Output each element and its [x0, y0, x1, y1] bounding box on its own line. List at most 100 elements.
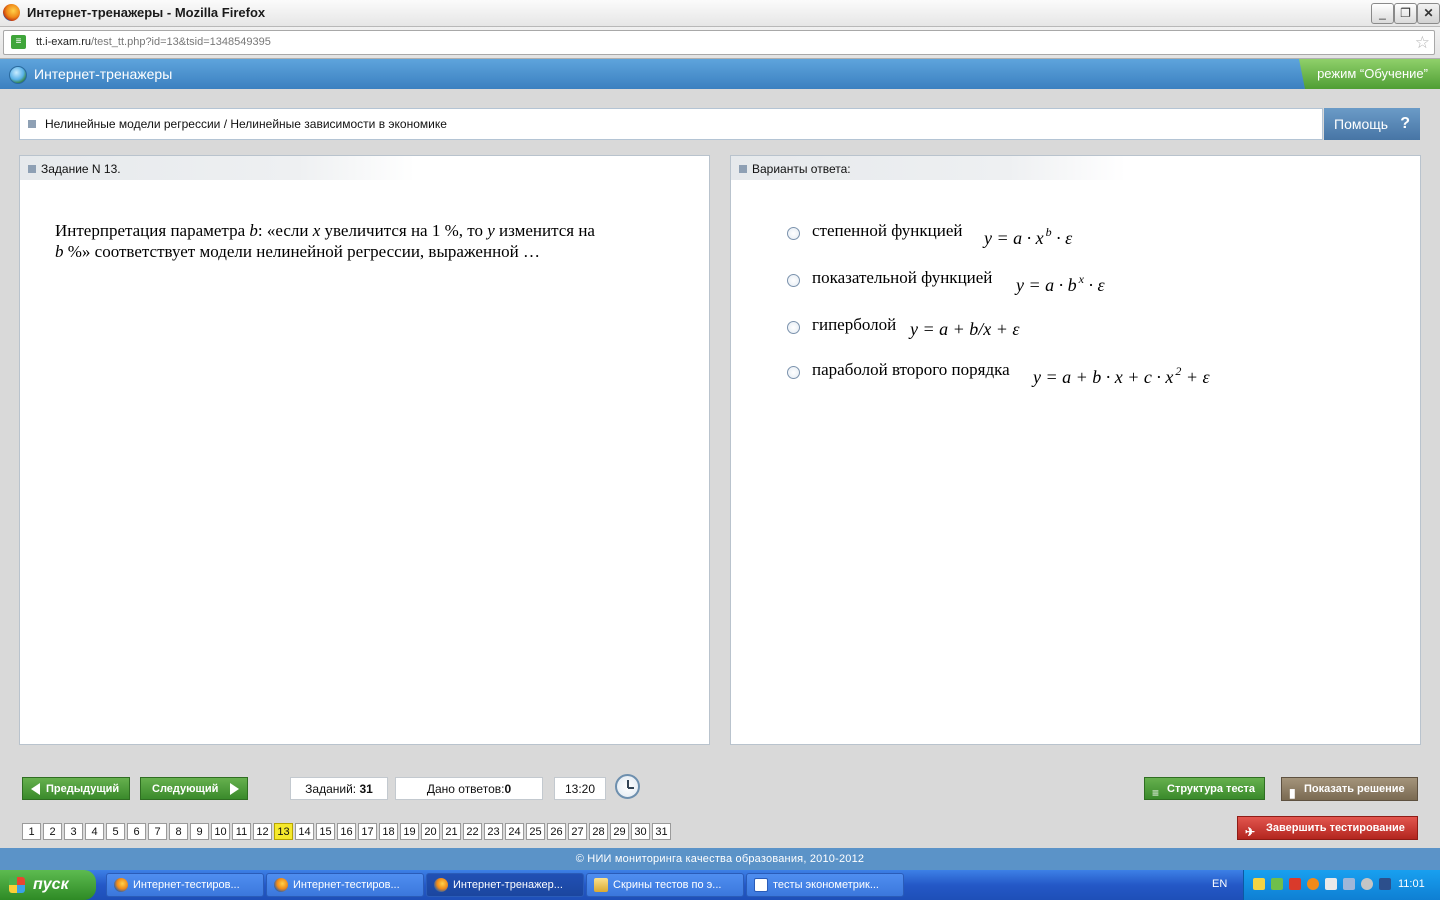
answered-count-box: Дано ответов:0	[395, 777, 543, 800]
help-label: Помощь	[1334, 116, 1389, 132]
page-number[interactable]: 16	[337, 823, 356, 840]
close-button[interactable]: ✕	[1417, 3, 1440, 24]
page-number[interactable]: 6	[127, 823, 146, 840]
page-number[interactable]: 26	[547, 823, 566, 840]
question-mark-icon: ?	[1400, 115, 1410, 132]
task-panel-header: Задание N 13.	[20, 156, 415, 180]
answer-label: показательной функцией	[812, 268, 993, 287]
taskbar-item[interactable]: Интернет-тестиров...	[266, 873, 424, 897]
tasks-count: 31	[359, 782, 373, 796]
url-text[interactable]: tt.i-exam.ru/test_tt.php?id=13&tsid=1348…	[36, 36, 271, 48]
page-number[interactable]: 18	[379, 823, 398, 840]
taskbar-item[interactable]: тесты эконометрик...	[746, 873, 904, 897]
word-icon	[754, 878, 768, 892]
page-number[interactable]: 19	[400, 823, 419, 840]
answer-label: параболой второго порядка	[812, 360, 1010, 379]
maximize-button[interactable]: ❐	[1394, 3, 1417, 24]
start-button[interactable]: пуск	[0, 870, 96, 900]
answer-formula: y = a + b · x + c · x2 + ε	[1033, 364, 1210, 387]
taskbar-item[interactable]: Интернет-тестиров...	[106, 873, 264, 897]
window-title: Интернет-тренажеры - Mozilla Firefox	[27, 5, 266, 20]
mode-badge: режим “Обучение”	[1299, 59, 1440, 89]
page-number[interactable]: 21	[442, 823, 461, 840]
tray-clock-icon[interactable]	[1361, 878, 1373, 890]
page-number[interactable]: 30	[631, 823, 650, 840]
page-number[interactable]: 11	[232, 823, 251, 840]
url-path: /test_tt.php?id=13&tsid=1348549395	[91, 36, 271, 48]
previous-button[interactable]: Предыдущий	[22, 777, 130, 800]
finish-test-button[interactable]: ✈ Завершить тестирование	[1237, 816, 1418, 840]
page-number[interactable]: 1	[22, 823, 41, 840]
show-solution-button[interactable]: ▮ Показать решение	[1281, 777, 1418, 801]
page-number-current[interactable]: 13	[274, 823, 293, 840]
tray-network-icon[interactable]	[1271, 878, 1283, 890]
page-number[interactable]: 29	[610, 823, 629, 840]
answers-panel: Варианты ответа: степенной функцией y = …	[730, 155, 1421, 745]
tray-display-icon[interactable]	[1379, 878, 1391, 890]
arrow-left-icon	[31, 783, 40, 795]
timer: 13:20	[554, 777, 606, 800]
page-number[interactable]: 4	[85, 823, 104, 840]
page-number[interactable]: 8	[169, 823, 188, 840]
page-number[interactable]: 7	[148, 823, 167, 840]
page-number[interactable]: 3	[64, 823, 83, 840]
bullet-square-icon	[28, 120, 36, 128]
answer-formula: y = a + b/x + ε	[910, 319, 1020, 339]
address-bar[interactable]: ≡ tt.i-exam.ru/test_tt.php?id=13&tsid=13…	[3, 30, 1435, 55]
page-number[interactable]: 27	[568, 823, 587, 840]
tray-monitor-icon[interactable]	[1343, 878, 1355, 890]
list-icon: ≡	[1152, 786, 1160, 800]
page-number[interactable]: 9	[190, 823, 209, 840]
radio-button[interactable]	[787, 274, 800, 287]
taskbar-clock[interactable]: 11:01	[1398, 878, 1425, 890]
globe-icon	[9, 66, 27, 84]
answer-formula: y = a · bx · ε	[1016, 272, 1105, 295]
page-number[interactable]: 28	[589, 823, 608, 840]
page-number[interactable]: 14	[295, 823, 314, 840]
taskbar-item-active[interactable]: Интернет-тренажер...	[426, 873, 584, 897]
page-number[interactable]: 22	[463, 823, 482, 840]
page-number[interactable]: 17	[358, 823, 377, 840]
tray-pdf-icon[interactable]	[1289, 878, 1301, 890]
page-number[interactable]: 25	[526, 823, 545, 840]
tray-app-icon[interactable]	[1253, 878, 1265, 890]
answer-formula: y = a · xb · ε	[984, 225, 1073, 248]
page-number[interactable]: 15	[316, 823, 335, 840]
windows-logo-icon	[9, 877, 25, 893]
tray-opera-icon[interactable]	[1307, 878, 1319, 890]
answer-label: степенной функцией	[812, 221, 963, 240]
answers-panel-header: Варианты ответа:	[731, 156, 1126, 180]
next-button[interactable]: Следующий	[140, 777, 248, 800]
minimize-button[interactable]: _	[1371, 3, 1394, 24]
help-button[interactable]: Помощь ?	[1324, 108, 1420, 140]
page-number[interactable]: 31	[652, 823, 671, 840]
navigation-toolbar: ≡ tt.i-exam.ru/test_tt.php?id=13&tsid=13…	[0, 27, 1440, 59]
taskbar-item[interactable]: Скрины тестов по э...	[586, 873, 744, 897]
footer-copyright: © НИИ мониторинга качества образования, …	[0, 848, 1440, 870]
tray-volume-icon[interactable]	[1325, 878, 1337, 890]
page-number[interactable]: 5	[106, 823, 125, 840]
radio-button[interactable]	[787, 321, 800, 334]
page-number[interactable]: 24	[505, 823, 524, 840]
tasks-count-box: Заданий: 31	[290, 777, 388, 800]
page-number[interactable]: 12	[253, 823, 272, 840]
page-number[interactable]: 2	[43, 823, 62, 840]
question-text: Интерпретация параметра b: «если x увели…	[55, 221, 595, 261]
runner-icon: ✈	[1245, 825, 1256, 839]
page-number[interactable]: 10	[211, 823, 230, 840]
site-favicon-icon: ≡	[11, 35, 26, 49]
app-header: Интернет-тренажеры режим “Обучение”	[0, 59, 1440, 89]
test-structure-button[interactable]: ≡ Структура теста	[1144, 777, 1265, 800]
clock-icon	[615, 774, 640, 799]
book-icon: ▮	[1289, 786, 1296, 800]
language-indicator[interactable]: EN	[1212, 878, 1227, 890]
radio-button[interactable]	[787, 227, 800, 240]
page-number[interactable]: 20	[421, 823, 440, 840]
radio-button[interactable]	[787, 366, 800, 379]
task-number: Задание N 13.	[41, 162, 121, 176]
answered-count: 0	[504, 782, 512, 796]
answers-title: Варианты ответа:	[752, 162, 851, 176]
page-number[interactable]: 23	[484, 823, 503, 840]
bookmark-star-icon[interactable]: ☆	[1415, 33, 1430, 53]
folder-icon	[594, 878, 608, 892]
